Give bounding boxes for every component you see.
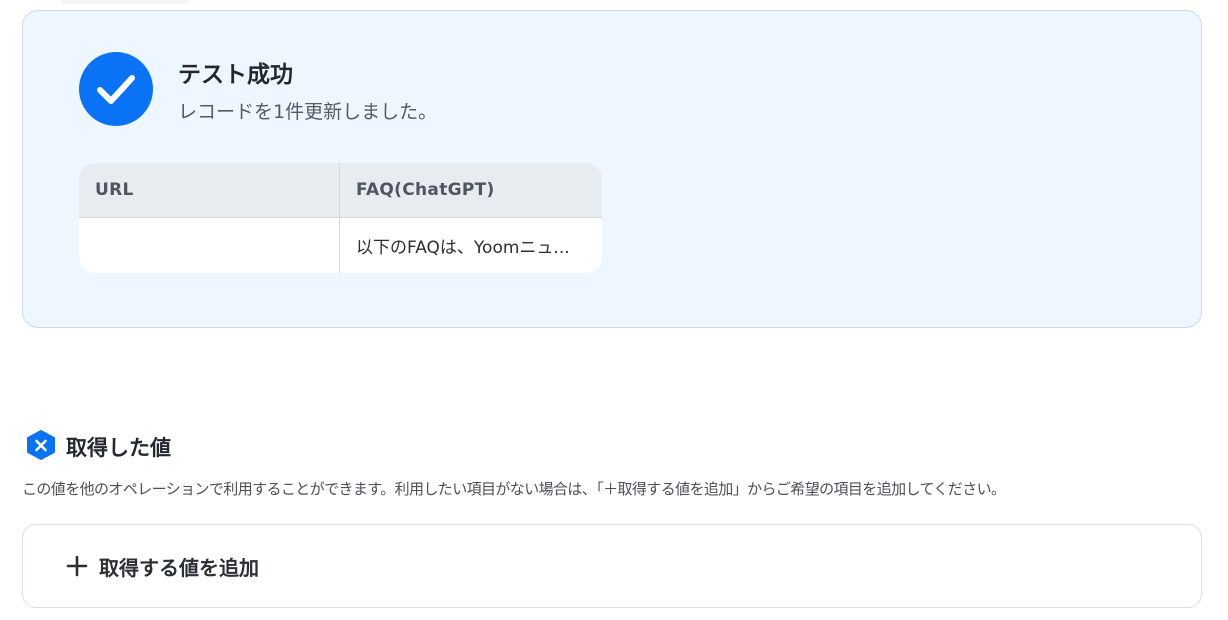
- result-title: テスト成功: [178, 62, 293, 88]
- result-subtitle: レコードを1件更新しました。: [178, 101, 438, 123]
- table-row: 以下のFAQは、Yoomニュ...: [79, 218, 602, 273]
- table-header-row: URL FAQ(ChatGPT): [79, 163, 602, 218]
- section-title: 取得した値: [66, 436, 171, 460]
- cell-url: [79, 218, 340, 273]
- test-result-card: テスト成功 レコードを1件更新しました。 URL FAQ(ChatGPT) 以下…: [22, 10, 1202, 328]
- check-circle-icon: [79, 52, 153, 126]
- top-shadow: [60, 0, 190, 4]
- section-description: この値を他のオペレーションで利用することができます。利用したい項目がない場合は、…: [22, 480, 1006, 498]
- cell-faq: 以下のFAQは、Yoomニュ...: [356, 238, 570, 258]
- column-header-url: URL: [79, 163, 340, 217]
- add-value-label: 取得する値を追加: [99, 556, 259, 580]
- column-header-faq: FAQ(ChatGPT): [356, 180, 495, 200]
- plus-icon: [66, 555, 88, 577]
- yoom-x-icon: [24, 428, 58, 462]
- add-value-button[interactable]: 取得する値を追加: [22, 524, 1202, 608]
- record-table: URL FAQ(ChatGPT) 以下のFAQは、Yoomニュ...: [79, 163, 602, 273]
